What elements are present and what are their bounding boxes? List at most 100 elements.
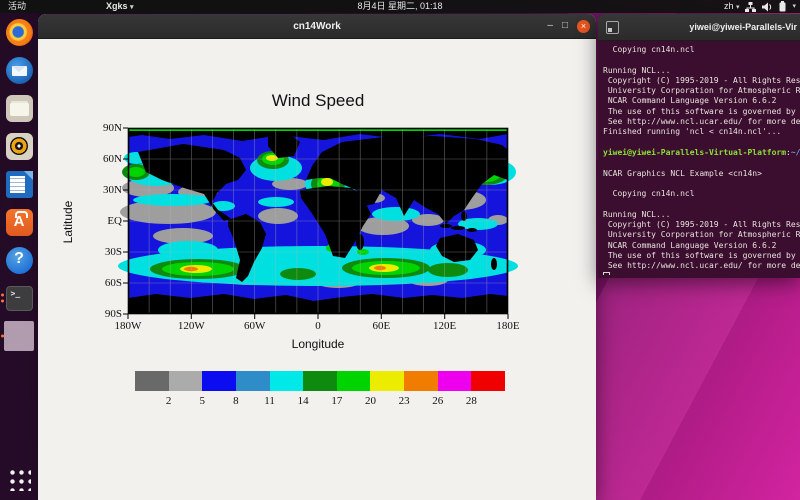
terminal-line: Copyright (C) 1995-2019 - All Rights Res xyxy=(603,220,800,230)
colorbar-label: 17 xyxy=(331,395,342,407)
wind-speed-map xyxy=(128,128,508,314)
dock-item-files[interactable] xyxy=(0,93,38,123)
caret-down-icon: ▾ xyxy=(736,4,740,11)
colorbar-label: 20 xyxy=(365,395,376,407)
close-button[interactable]: × xyxy=(577,20,590,33)
colorbar xyxy=(135,371,505,391)
caret-down-icon: ▾ xyxy=(792,0,796,13)
terminal-line: Running NCL... xyxy=(603,210,800,220)
terminal-line: yiwei@yiwei-Parallels-Virtual-Platform:~… xyxy=(603,148,800,158)
y-tick-label: 30N xyxy=(103,184,122,196)
x-tick-label: 60W xyxy=(244,320,265,332)
terminal-line: See http://www.ncl.ucar.edu/ for more de xyxy=(603,117,800,127)
minimize-button[interactable]: – xyxy=(547,21,553,31)
caret-down-icon: ▾ xyxy=(130,4,134,11)
colorbar-label: 14 xyxy=(298,395,309,407)
activities-button[interactable]: 活动 xyxy=(8,0,26,13)
dock-item-terminal[interactable] xyxy=(0,283,38,313)
clock[interactable]: 8月4日 星期二, 01:18 xyxy=(357,0,442,13)
y-tick-label: 90S xyxy=(105,308,122,320)
terminal-line: Finished running 'ncl < cn14n.ncl'... xyxy=(603,127,800,137)
map-plot xyxy=(128,128,508,314)
y-tick-label: 60N xyxy=(103,153,122,165)
terminal-output[interactable]: Copying cn14n.ncl Running NCL... Copyrig… xyxy=(598,41,800,275)
colorbar-label: 8 xyxy=(233,395,239,407)
dock-item-show-apps[interactable] xyxy=(0,464,38,494)
x-tick-label: 120W xyxy=(178,320,205,332)
network-icon xyxy=(745,2,756,12)
running-indicator xyxy=(1,294,4,303)
terminal-line: Running NCL... xyxy=(603,66,800,76)
y-tick-label: 30S xyxy=(105,246,122,258)
terminal-window-icon xyxy=(606,21,619,34)
y-tick-label: EQ xyxy=(107,215,122,227)
colorbar-cell xyxy=(236,371,270,391)
help-icon xyxy=(6,247,33,274)
top-panel: 活动 Xgks ▾ 8月4日 星期二, 01:18 zh ▾ ▾ xyxy=(0,0,800,13)
y-axis-label: Latitude xyxy=(61,182,75,262)
colorbar-label: 5 xyxy=(200,395,206,407)
figure-title: Wind Speed xyxy=(128,91,508,111)
terminal-window-title: yiwei@yiwei-Parallels-Vir xyxy=(622,22,797,32)
dock-item-thunderbird[interactable] xyxy=(0,55,38,85)
terminal-line: See http://www.ncl.ucar.edu/ for more de xyxy=(603,261,800,271)
writer-icon xyxy=(6,171,33,198)
firefox-icon xyxy=(6,19,33,46)
colorbar-cell xyxy=(370,371,404,391)
terminal-cursor xyxy=(603,272,610,275)
terminal-line: NCAR Graphics NCL Example <cn14n> xyxy=(603,169,800,179)
system-tray[interactable]: zh ▾ ▾ xyxy=(724,0,796,13)
y-tick-label: 60S xyxy=(105,277,122,289)
plot-window-titlebar[interactable]: cn14Work – □ × xyxy=(38,14,596,39)
plot-canvas: Wind Speed xyxy=(38,39,596,500)
terminal-line xyxy=(603,179,800,189)
colorbar-label: 23 xyxy=(399,395,410,407)
dock-item-firefox[interactable] xyxy=(0,17,38,47)
terminal-window: yiwei@yiwei-Parallels-Vir Copying cn14n.… xyxy=(598,14,800,278)
x-tick-label: 180E xyxy=(496,320,519,332)
software-icon xyxy=(6,209,33,236)
colorbar-cell xyxy=(337,371,371,391)
dock-item-software[interactable] xyxy=(0,207,38,237)
y-tick-label: 90N xyxy=(103,122,122,134)
colorbar-label: 28 xyxy=(466,395,477,407)
dock-item-help[interactable] xyxy=(0,245,38,275)
terminal-titlebar[interactable]: yiwei@yiwei-Parallels-Vir xyxy=(598,14,800,41)
terminal-line xyxy=(603,158,800,168)
colorbar-cell xyxy=(202,371,236,391)
colorbar-cell xyxy=(270,371,304,391)
terminal-line: Copying cn14n.ncl xyxy=(603,45,800,55)
input-method-indicator[interactable]: zh ▾ xyxy=(724,0,740,14)
terminal-line: Copying cn14n.ncl xyxy=(603,189,800,199)
x-tick-labels: 180W120W60W060E120E180E xyxy=(128,320,508,334)
maximize-button[interactable]: □ xyxy=(562,21,568,31)
colorbar-label: 11 xyxy=(264,395,275,407)
x-tick-label: 180W xyxy=(115,320,142,332)
show-apps-icon xyxy=(7,467,31,491)
terminal-line xyxy=(603,55,800,65)
terminal-icon xyxy=(6,286,33,311)
thunderbird-icon xyxy=(6,57,33,84)
battery-icon xyxy=(779,1,786,12)
colorbar-label: 26 xyxy=(432,395,443,407)
terminal-line: The use of this software is governed by xyxy=(603,251,800,261)
colorbar-labels: 25811141720232628 xyxy=(135,395,505,408)
xgks-window-icon xyxy=(4,321,34,351)
files-icon xyxy=(6,95,33,122)
terminal-line xyxy=(603,272,800,275)
colorbar-cell xyxy=(438,371,472,391)
app-menu-xgks[interactable]: Xgks ▾ xyxy=(106,0,134,14)
terminal-line xyxy=(603,199,800,209)
dock-item-xgks-window[interactable] xyxy=(0,321,38,351)
x-tick-label: 60E xyxy=(372,320,390,332)
volume-icon xyxy=(762,2,773,12)
dock-item-rhythmbox[interactable] xyxy=(0,131,38,161)
xgks-plot-window: cn14Work – □ × Wind Speed xyxy=(38,14,596,500)
colorbar-cell xyxy=(169,371,203,391)
terminal-line: The use of this software is governed by xyxy=(603,107,800,117)
colorbar-cell xyxy=(135,371,169,391)
plot-window-title: cn14Work xyxy=(38,21,596,32)
colorbar-cell xyxy=(471,371,505,391)
rhythmbox-icon xyxy=(6,133,33,160)
dock-item-writer[interactable] xyxy=(0,169,38,199)
